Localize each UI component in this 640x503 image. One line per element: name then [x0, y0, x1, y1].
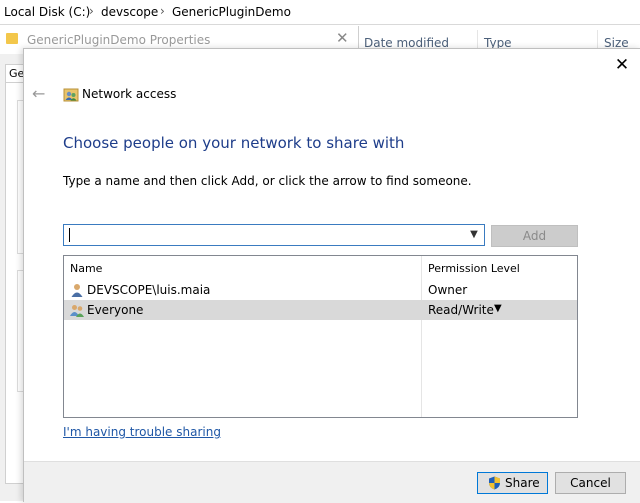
shield-icon [489, 476, 500, 490]
breadcrumb-separator-icon: › [160, 4, 165, 18]
share-label: Share [505, 476, 540, 490]
dropdown-arrow-icon[interactable]: ▼ [494, 303, 502, 314]
properties-title: GenericPluginDemo Properties [27, 33, 211, 47]
share-button[interactable]: Share [477, 472, 548, 494]
user-icon [71, 284, 83, 297]
row-permission: Owner [428, 283, 468, 297]
column-permission-level[interactable]: Permission Level [428, 262, 520, 275]
row-permission[interactable]: Read/Write [428, 303, 494, 317]
row-name: DEVSCOPE\luis.maia [87, 283, 211, 297]
list-item[interactable]: Everyone Read/Write ▼ [64, 300, 577, 320]
name-combobox[interactable]: ▼ [63, 224, 485, 246]
dialog-title: Network access [82, 87, 177, 101]
breadcrumb-local-disk[interactable]: Local Disk (C:) [4, 5, 90, 19]
address-bar[interactable]: Local Disk (C:) › devscope › GenericPlug… [0, 0, 640, 25]
page-heading: Choose people on your network to share w… [63, 134, 405, 152]
cancel-button[interactable]: Cancel [555, 472, 626, 494]
list-item[interactable]: DEVSCOPE\luis.maia Owner [64, 280, 577, 300]
network-access-dialog: ✕ ← Network access Choose people on your… [23, 48, 640, 503]
column-name[interactable]: Name [70, 262, 102, 275]
back-arrow-icon[interactable]: ← [32, 84, 45, 103]
breadcrumb-devscope[interactable]: devscope [101, 5, 158, 19]
trouble-sharing-link[interactable]: I'm having trouble sharing [63, 425, 221, 439]
row-name: Everyone [87, 303, 144, 317]
breadcrumb-genericplugindemo[interactable]: GenericPluginDemo [172, 5, 291, 19]
chevron-down-icon[interactable]: ▼ [467, 226, 481, 244]
add-button[interactable]: Add [491, 225, 578, 247]
folder-icon [6, 33, 18, 44]
breadcrumb-separator-icon: › [89, 4, 94, 18]
group-icon [70, 305, 84, 317]
network-users-icon [63, 88, 79, 102]
dialog-footer: Share Cancel [24, 461, 640, 503]
list-header: Name Permission Level [64, 256, 577, 278]
text-caret [69, 228, 70, 242]
sharing-list[interactable]: Name Permission Level DEVSCOPE\luis.maia… [63, 255, 578, 418]
close-icon[interactable]: ✕ [610, 53, 634, 77]
instruction-text: Type a name and then click Add, or click… [63, 174, 472, 188]
properties-close-icon[interactable]: ✕ [336, 29, 349, 47]
